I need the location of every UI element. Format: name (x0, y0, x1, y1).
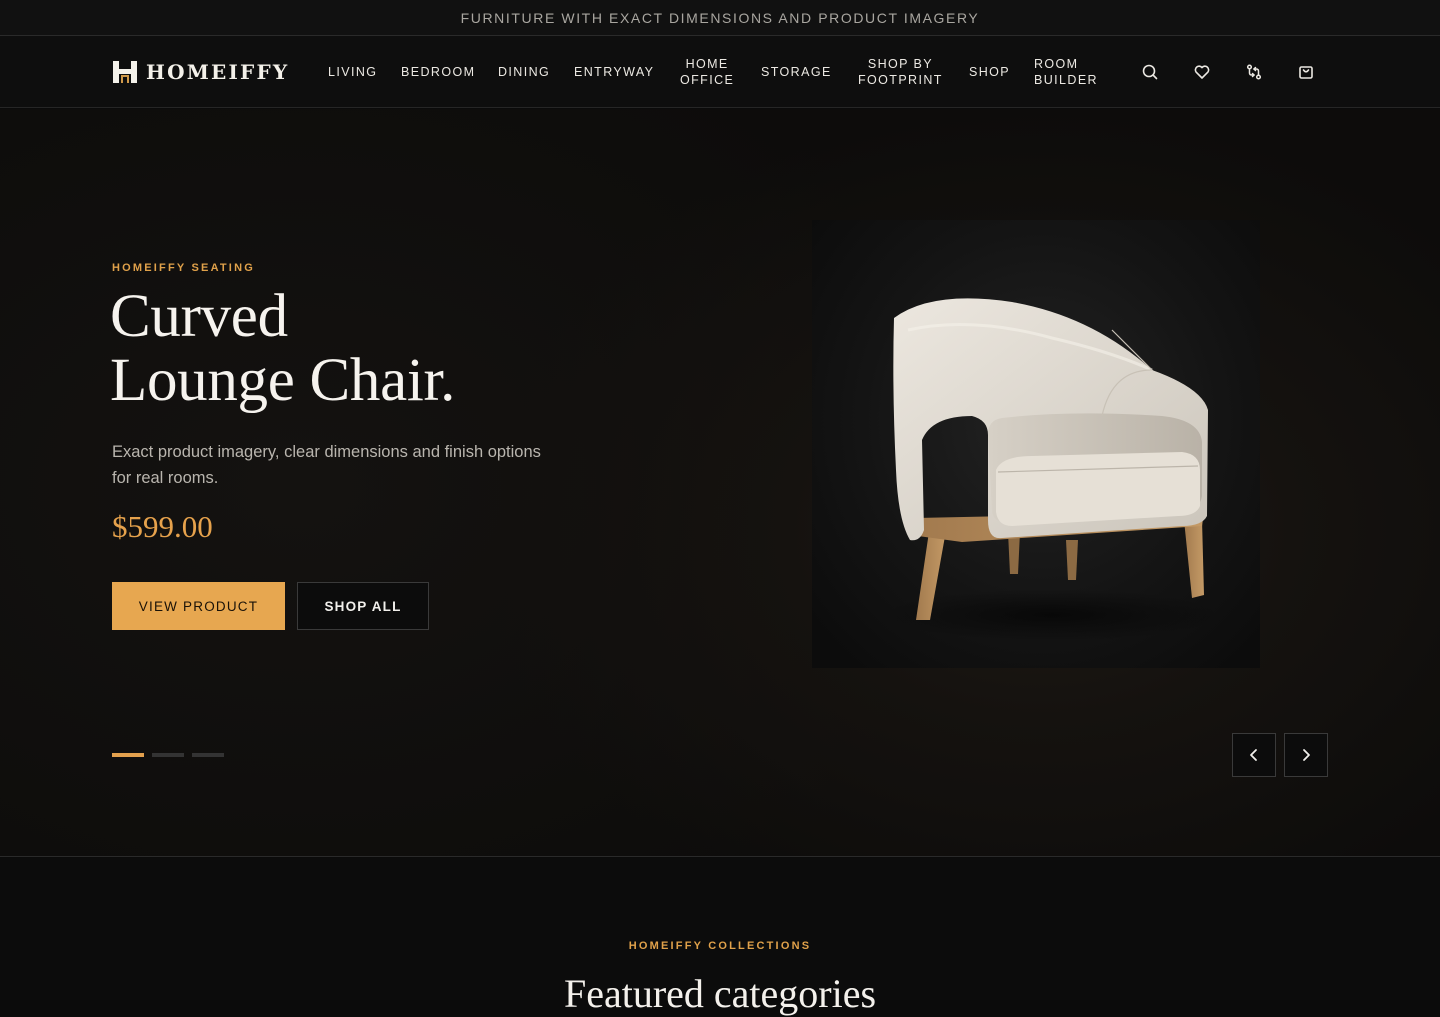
collections-title: Featured categories (563, 971, 877, 1016)
carousel-next-button[interactable] (1284, 733, 1328, 777)
shop-all-button[interactable]: SHOP ALL (297, 582, 429, 630)
compare-icon[interactable] (1244, 62, 1264, 82)
featured-categories-section: HOMEIFFY COLLECTIONS Featured categories (0, 858, 1440, 1016)
heart-icon[interactable] (1192, 62, 1212, 82)
hero-carousel: HOMEIFFY SEATING Curved Lounge Chair. Ex… (0, 109, 1440, 857)
carousel-dot-3[interactable] (192, 753, 224, 757)
carousel-dot-2[interactable] (152, 753, 184, 757)
chevron-left-icon (1250, 749, 1257, 761)
lounge-chair-image (882, 298, 1222, 641)
nav-dining[interactable]: DINING (498, 36, 550, 108)
brand-name: HOMEIFFY (146, 60, 290, 84)
nav-room-builder[interactable]: ROOM BUILDER (1034, 36, 1098, 108)
nav-shop-by-footprint[interactable]: SHOP BY FOOTPRINT (858, 36, 943, 108)
carousel-pagination (112, 753, 224, 757)
view-product-button[interactable]: VIEW PRODUCT (112, 582, 285, 630)
nav-entryway[interactable]: ENTRYWAY (574, 36, 654, 108)
site-header: HOMEIFFY LIVING BEDROOM DINING ENTRYWAY … (0, 36, 1440, 108)
hero-price: $599.00 (112, 509, 213, 544)
homeiffy-logo-icon (113, 61, 137, 83)
nav-shop[interactable]: SHOP (969, 36, 1010, 108)
chevron-right-icon (1303, 749, 1310, 761)
nav-living[interactable]: LIVING (328, 36, 377, 108)
brand-logo[interactable]: HOMEIFFY (112, 59, 289, 85)
announcement-text: FURNITURE WITH EXACT DIMENSIONS AND PROD… (460, 9, 980, 26)
nav-home-office[interactable]: HOME OFFICE (680, 36, 734, 108)
collections-eyebrow: HOMEIFFY COLLECTIONS (628, 940, 812, 952)
cart-icon[interactable] (1296, 62, 1316, 82)
carousel-prev-button[interactable] (1232, 733, 1276, 777)
hero-title: Curved Lounge Chair. (110, 283, 456, 414)
announcement-bar: FURNITURE WITH EXACT DIMENSIONS AND PROD… (0, 0, 1440, 36)
hero-eyebrow: HOMEIFFY SEATING (112, 262, 255, 274)
hero-subtitle: Exact product imagery, clear dimensions … (112, 443, 541, 487)
product-image[interactable] (812, 220, 1260, 668)
nav-bedroom[interactable]: BEDROOM (401, 36, 475, 108)
carousel-dot-1[interactable] (112, 753, 144, 757)
nav-storage[interactable]: STORAGE (761, 36, 832, 108)
search-icon[interactable] (1140, 62, 1160, 82)
